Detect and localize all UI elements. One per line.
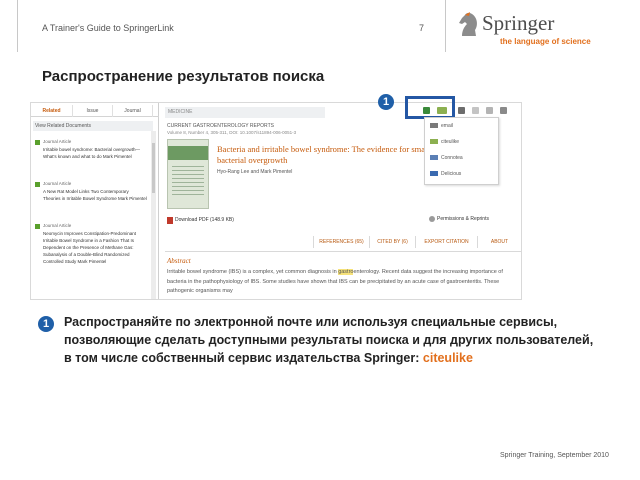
divider	[165, 251, 521, 252]
scroll-thumb[interactable]	[152, 143, 155, 193]
springer-logo: Springer the language of science	[456, 8, 596, 50]
export-icon[interactable]	[472, 107, 479, 114]
result-type: Journal Article	[43, 223, 72, 228]
result-title[interactable]: Irritable bowel syndrome: Bacterial over…	[43, 146, 147, 160]
header-divider-right	[445, 0, 446, 52]
panel-heading: View Related Documents	[33, 121, 153, 131]
share-dropdown: email citeulike Connotea Delicious	[424, 117, 499, 185]
chess-knight-icon	[459, 12, 477, 36]
share-callout-frame	[405, 96, 455, 119]
tab-cited-by[interactable]: CITED BY (6)	[369, 236, 415, 248]
share-email[interactable]: email	[430, 121, 453, 131]
citeulike-icon	[430, 139, 438, 144]
description-badge: 1	[38, 316, 54, 332]
permissions-icon	[429, 216, 435, 222]
tab-related[interactable]: Related	[31, 105, 73, 117]
save-icon[interactable]	[458, 107, 465, 114]
abstract-heading: Abstract	[167, 257, 191, 265]
description-text: Распространяйте по электронной почте или…	[64, 315, 594, 365]
volume-info: Volume 8, Number 4, 305-311, DOI: 10.100…	[167, 130, 297, 135]
pdf-icon	[167, 217, 173, 224]
download-pdf-link[interactable]: Download PDF (148.9 KB)	[175, 217, 234, 223]
panel-tabs: Related Issue Journal	[31, 105, 159, 117]
tab-about[interactable]: ABOUT	[477, 236, 521, 248]
cover-band	[168, 146, 208, 160]
share-connotea[interactable]: Connotea	[430, 153, 463, 163]
email-icon	[430, 123, 438, 128]
tab-references[interactable]: REFERENCES (65)	[313, 236, 369, 248]
breadcrumb[interactable]: MEDICINE	[165, 107, 325, 118]
document-icon	[35, 182, 40, 187]
logo-wordmark: Springer	[482, 11, 555, 35]
header-divider-left	[17, 0, 18, 52]
document-icon	[35, 224, 40, 229]
document-icon	[35, 140, 40, 145]
article-tabs: REFERENCES (65) CITED BY (6) EXPORT CITA…	[313, 236, 521, 248]
result-title[interactable]: A New Rat Model Links Two Contemporary T…	[43, 188, 147, 202]
search-highlight: gastro	[338, 269, 354, 275]
permissions-link[interactable]: Permissions & Reprints	[437, 216, 489, 222]
citeulike-highlight: citeulike	[422, 351, 473, 365]
journal-name[interactable]: CURRENT GASTROENTEROLOGY REPORTS	[167, 123, 274, 129]
tab-issue[interactable]: Issue	[73, 105, 113, 117]
share-citeulike[interactable]: citeulike	[430, 137, 459, 147]
callout-badge: 1	[378, 94, 394, 110]
result-title[interactable]: Neomycin Improves Constipation-Predomina…	[43, 230, 147, 265]
abstract-text: Irritable bowel syndrome (IBS) is a comp…	[167, 269, 503, 294]
tab-export-citation[interactable]: EXPORT CITATION	[415, 236, 477, 248]
page-number: 7	[419, 23, 425, 33]
share-delicious[interactable]: Delicious	[430, 169, 461, 179]
slide-title: Распространение результатов поиска	[42, 68, 325, 85]
related-documents-panel: Related Issue Journal View Related Docum…	[31, 103, 159, 299]
connotea-icon	[430, 155, 438, 160]
guide-title: A Trainer's Guide to SpringerLink	[42, 23, 174, 33]
result-type: Journal Article	[43, 139, 72, 144]
print-icon[interactable]	[500, 107, 507, 114]
footer-text: Springer Training, September 2010	[500, 452, 609, 459]
journal-cover[interactable]	[167, 139, 209, 209]
article-authors[interactable]: Hyo-Rang Lee and Mark Pimentel	[217, 169, 292, 175]
cover-lines	[172, 166, 204, 196]
logo-tagline: the language of science	[500, 37, 591, 46]
alert-icon[interactable]	[486, 107, 493, 114]
tab-journal[interactable]: Journal	[113, 105, 153, 117]
delicious-icon	[430, 171, 438, 176]
result-type: Journal Article	[43, 181, 72, 186]
